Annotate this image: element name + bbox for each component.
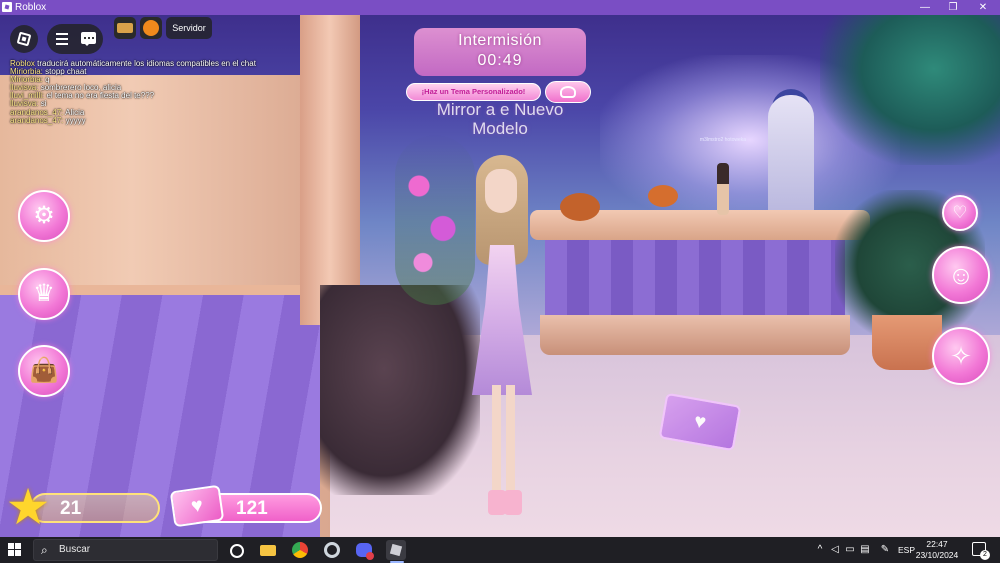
roblox-logo-icon bbox=[16, 31, 32, 47]
minimize-button[interactable]: — bbox=[910, 0, 940, 15]
avatar-dress bbox=[472, 245, 532, 395]
file-explorer-icon[interactable] bbox=[258, 540, 278, 560]
restore-button[interactable]: ❐ bbox=[938, 0, 968, 15]
unread-badge bbox=[366, 552, 374, 560]
hamburger-icon[interactable] bbox=[56, 33, 68, 45]
player-nametag: m3lmstro2 hotoweka bbox=[699, 137, 747, 143]
language-indicator[interactable]: ESP bbox=[898, 537, 915, 563]
money-value: 121 bbox=[236, 498, 268, 519]
background-trees bbox=[820, 15, 1000, 165]
profile-button[interactable]: ☺ bbox=[932, 246, 990, 304]
toolbar-item-1[interactable] bbox=[114, 17, 136, 39]
taskbar-search[interactable]: ⌕ Buscar bbox=[33, 539, 218, 561]
player-avatar[interactable] bbox=[462, 145, 542, 535]
emotes-button[interactable]: ✧ bbox=[932, 327, 990, 385]
star-icon: ★ bbox=[5, 479, 51, 535]
menu-chat-toggle[interactable] bbox=[47, 24, 103, 54]
theme-name: Mirror a e Nuevo Modelo bbox=[436, 100, 564, 138]
badge-icon bbox=[117, 23, 133, 33]
chrome-icon[interactable] bbox=[290, 540, 310, 560]
pen-icon[interactable]: ✎ bbox=[880, 545, 890, 555]
roblox-app-icon bbox=[2, 2, 12, 12]
dance-pose-icon: ✧ bbox=[950, 341, 972, 371]
chat-message: arandanos_47: yyyyy bbox=[10, 115, 86, 125]
notification-count: 2 bbox=[980, 550, 990, 560]
taskbar-clock[interactable]: 22:47 23/10/2024 bbox=[915, 539, 959, 561]
discord-icon[interactable] bbox=[354, 540, 374, 560]
tower bbox=[768, 95, 814, 215]
notification-icon[interactable]: 2 bbox=[972, 542, 990, 560]
toolbar-item-2[interactable] bbox=[140, 17, 162, 39]
volume-icon[interactable]: ◁ bbox=[830, 545, 840, 555]
orange-emblem-icon bbox=[143, 20, 159, 36]
server-button[interactable]: Servidor bbox=[166, 17, 212, 39]
shopping-bag-icon: 👜 bbox=[29, 357, 59, 384]
custom-theme-button[interactable]: ¡Haz un Tema Personalizado! bbox=[406, 83, 541, 101]
roblox-menu-button[interactable] bbox=[10, 25, 38, 53]
chat-log: Roblox traducirá automáticamente los idi… bbox=[10, 59, 310, 125]
intermission-timer: 00:49 bbox=[477, 52, 523, 69]
close-button[interactable]: ✕ bbox=[968, 0, 998, 15]
window-title-bar: Roblox — ❐ ✕ bbox=[0, 0, 1000, 15]
players-icon bbox=[560, 86, 576, 98]
roblox-taskbar-icon[interactable] bbox=[386, 540, 406, 560]
balcony-base bbox=[540, 315, 850, 355]
shop-button[interactable]: 👜 bbox=[18, 345, 70, 397]
avatar-leg bbox=[492, 385, 501, 495]
avatar-face bbox=[485, 169, 517, 213]
search-icon: ⌕ bbox=[41, 543, 48, 557]
network-icon[interactable]: ▤ bbox=[860, 545, 870, 555]
avatar-leg bbox=[506, 385, 515, 495]
outfit-button[interactable]: ♡ bbox=[942, 195, 978, 231]
chat-message: lluvi_milli: el tema no era fiesta del t… bbox=[10, 91, 155, 101]
vip-button[interactable]: ♛ bbox=[18, 268, 70, 320]
task-view-icon[interactable] bbox=[226, 540, 246, 560]
gears-icon: ⚙ bbox=[33, 202, 55, 229]
search-placeholder: Buscar bbox=[59, 544, 91, 555]
pumpkin-decoration bbox=[560, 193, 600, 221]
customize-button[interactable]: ⚙ bbox=[18, 190, 70, 242]
clock-date: 23/10/2024 bbox=[915, 550, 959, 560]
clock-time: 22:47 bbox=[926, 539, 948, 549]
pumpkin-decoration bbox=[648, 185, 678, 207]
window-title: Roblox bbox=[15, 2, 47, 13]
avatar-shoe bbox=[504, 490, 522, 515]
stars-value: 21 bbox=[60, 498, 82, 519]
distant-player[interactable]: m3lmstro2 hotoweka bbox=[700, 137, 746, 217]
battery-icon[interactable]: ▭ bbox=[845, 545, 855, 555]
intermission-panel: Intermisión 00:49 bbox=[414, 28, 586, 76]
rocks bbox=[320, 285, 480, 495]
intermission-label: Intermisión bbox=[458, 32, 542, 49]
chat-message: Miriorbia: stopp chaat bbox=[10, 67, 87, 77]
vip-trophy-icon: ♛ bbox=[33, 280, 55, 307]
avatar-face-icon: ☺ bbox=[947, 260, 975, 290]
chat-icon[interactable] bbox=[81, 32, 96, 46]
browser-icon[interactable] bbox=[322, 540, 342, 560]
pink-cash-icon[interactable]: ♥ bbox=[169, 484, 225, 528]
heels-icon: ♡ bbox=[952, 203, 968, 222]
chevron-up-icon[interactable]: ^ bbox=[815, 545, 825, 555]
plant-pot bbox=[872, 315, 942, 370]
taskbar: ⌕ Buscar ^ ◁ ▭ ▤ ✎ ESP 22:47 23/10/2024 … bbox=[0, 537, 1000, 563]
windows-start-icon[interactable] bbox=[8, 543, 22, 557]
player-body bbox=[717, 163, 729, 215]
